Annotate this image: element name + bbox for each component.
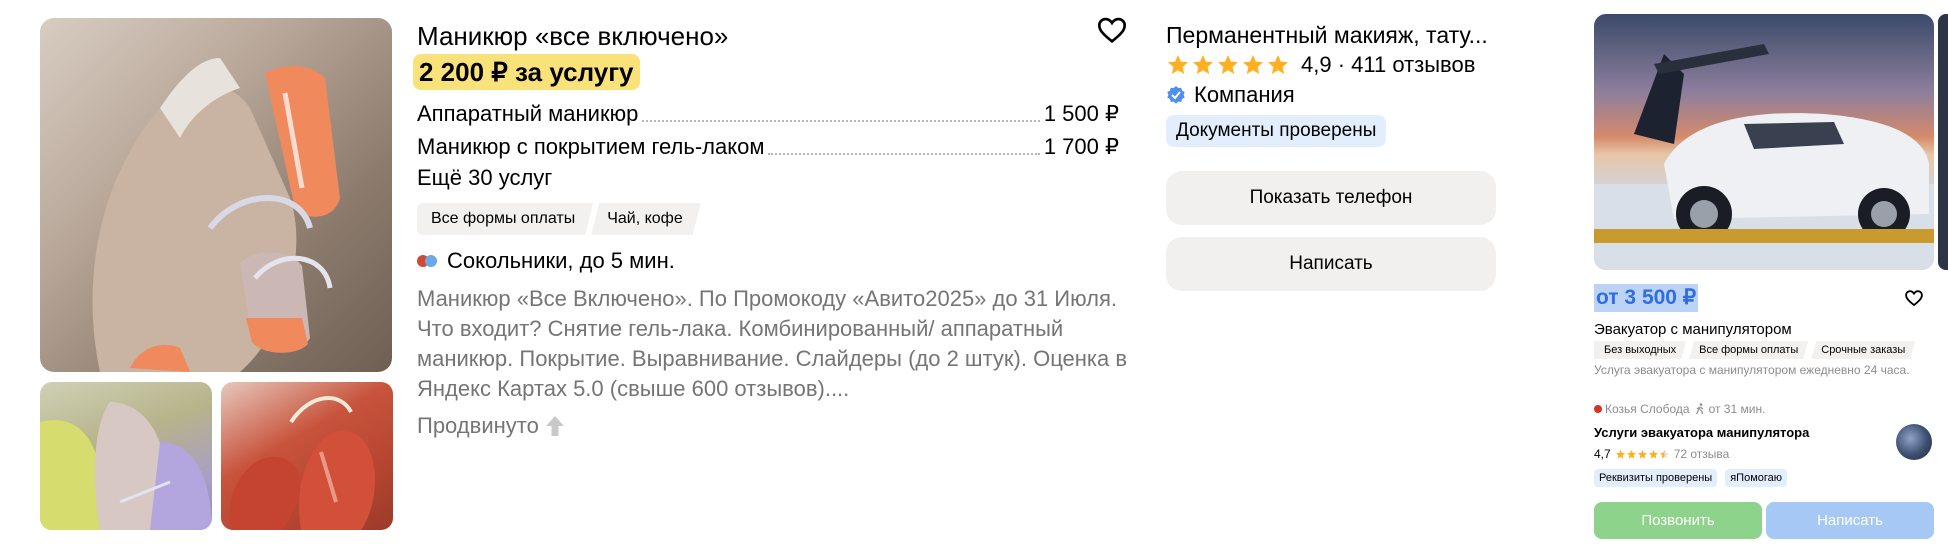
dotted-leader	[642, 120, 1040, 122]
star-icon	[1218, 55, 1238, 74]
rating-text: 4,9 · 411 отзывов	[1301, 52, 1476, 77]
seller-rating[interactable]: 4,9 · 411 отзывов	[1166, 50, 1475, 80]
show-phone-button[interactable]: Показать телефон	[1166, 171, 1496, 225]
dotted-leader	[768, 153, 1040, 155]
ad-seller-rating: 4,7 72 отзыва	[1594, 446, 1729, 462]
ad-reviews-count: 72 отзыва	[1673, 447, 1730, 461]
star-icon	[1637, 449, 1647, 459]
ad-seller-name[interactable]: Услуги эвакуатора манипулятора	[1594, 424, 1809, 442]
ad-location-text: Козья Слобода	[1605, 402, 1690, 416]
ad-title[interactable]: Эвакуатор с манипулятором	[1594, 320, 1792, 340]
listing-thumb-1[interactable]	[40, 382, 212, 530]
ad-price: от 3 500 ₽	[1594, 284, 1699, 312]
tag-tea-coffee: Чай, кофе	[591, 203, 701, 235]
metro-dot-icon	[1594, 405, 1602, 413]
carousel-next-peek[interactable]	[1938, 14, 1948, 270]
ad-rating-stars	[1615, 449, 1670, 460]
ad-tag: Все формы оплаты	[1689, 341, 1808, 359]
ad-rating-value: 4,7	[1594, 447, 1611, 461]
star-icon	[1626, 449, 1636, 459]
seller-name[interactable]: Перманентный макияж, тату...	[1166, 20, 1506, 50]
ad-write-button[interactable]: Написать	[1766, 502, 1934, 539]
metro-text: Сокольники, до 5 мин.	[447, 248, 675, 273]
metro-lines-icon	[417, 254, 439, 268]
rating-stars	[1166, 53, 1291, 77]
listing-main-photo[interactable]	[40, 18, 392, 372]
walk-icon	[1695, 403, 1703, 415]
ya-pomogayu-badge: яПомогаю	[1725, 469, 1788, 487]
seller-type-text: Компания	[1194, 82, 1295, 107]
tow-truck-photo-art	[1594, 44, 1934, 270]
promoted-label: Продвинуто	[417, 412, 565, 440]
requisites-verified-badge: Реквизиты проверены	[1594, 469, 1718, 487]
call-button[interactable]: Позвонить	[1594, 502, 1762, 539]
listing-title[interactable]: Маникюр «все включено»	[417, 20, 728, 52]
ad-tags: Без выходных Все формы оплаты Срочные за…	[1594, 341, 1918, 359]
star-icon	[1243, 55, 1263, 74]
heart-icon[interactable]	[1904, 288, 1924, 308]
listing-thumb-2[interactable]	[221, 382, 393, 530]
avatar[interactable]	[1896, 424, 1932, 460]
listing-description: Маникюр «Все Включено». По Промокоду «Ав…	[417, 286, 1128, 401]
ad-badges: Реквизиты проверены яПомогаю	[1594, 469, 1795, 487]
star-icon	[1615, 449, 1625, 459]
ad-description: Услуга эвакуатора с манипулятором ежедне…	[1594, 363, 1910, 377]
tag-payment: Все формы оплаты	[417, 203, 593, 235]
star-icon	[1193, 55, 1213, 74]
service-name: Аппаратный маникюр	[417, 101, 639, 126]
nails-photo-art	[92, 58, 340, 372]
ad-walk-time: от 31 мин.	[1708, 402, 1766, 416]
listing-tags: Все формы оплаты Чай, кофе	[417, 203, 705, 235]
star-icon	[1268, 55, 1288, 74]
service-row: Маникюр с покрытием гель-лаком 1 700 ₽	[417, 131, 1119, 161]
service-price: 1 500 ₽	[1043, 101, 1119, 126]
star-icon	[1648, 449, 1658, 459]
service-price: 1 700 ₽	[1043, 134, 1119, 159]
listing-price: 2 200 ₽ за услугу	[413, 54, 640, 90]
ad-location: Козья Слобода от 31 мин.	[1594, 401, 1765, 417]
more-services-link[interactable]: Ещё 30 услуг	[417, 164, 552, 192]
ad-tag: Срочные заказы	[1811, 341, 1915, 359]
docs-verified-badge: Документы проверены	[1166, 115, 1387, 147]
seller-type: Компания	[1166, 81, 1295, 109]
arrow-up-icon	[545, 416, 564, 436]
ad-price-text: от 3 500 ₽	[1596, 286, 1697, 309]
nails-thumb-art-2	[229, 396, 375, 530]
ad-tag: Без выходных	[1594, 341, 1686, 359]
metro-location: Сокольники, до 5 мин.	[417, 247, 675, 275]
star-icon	[1168, 55, 1188, 74]
verified-badge-icon	[1167, 86, 1185, 104]
service-name: Маникюр с покрытием гель-лаком	[417, 134, 765, 159]
write-button[interactable]: Написать	[1166, 237, 1496, 291]
star-half-icon	[1659, 449, 1669, 459]
service-row: Аппаратный маникюр 1 500 ₽	[417, 98, 1119, 128]
heart-icon[interactable]	[1096, 14, 1128, 46]
promoted-text: Продвинуто	[417, 413, 539, 438]
nails-thumb-art-1	[40, 402, 212, 530]
ad-photo[interactable]	[1594, 14, 1934, 270]
